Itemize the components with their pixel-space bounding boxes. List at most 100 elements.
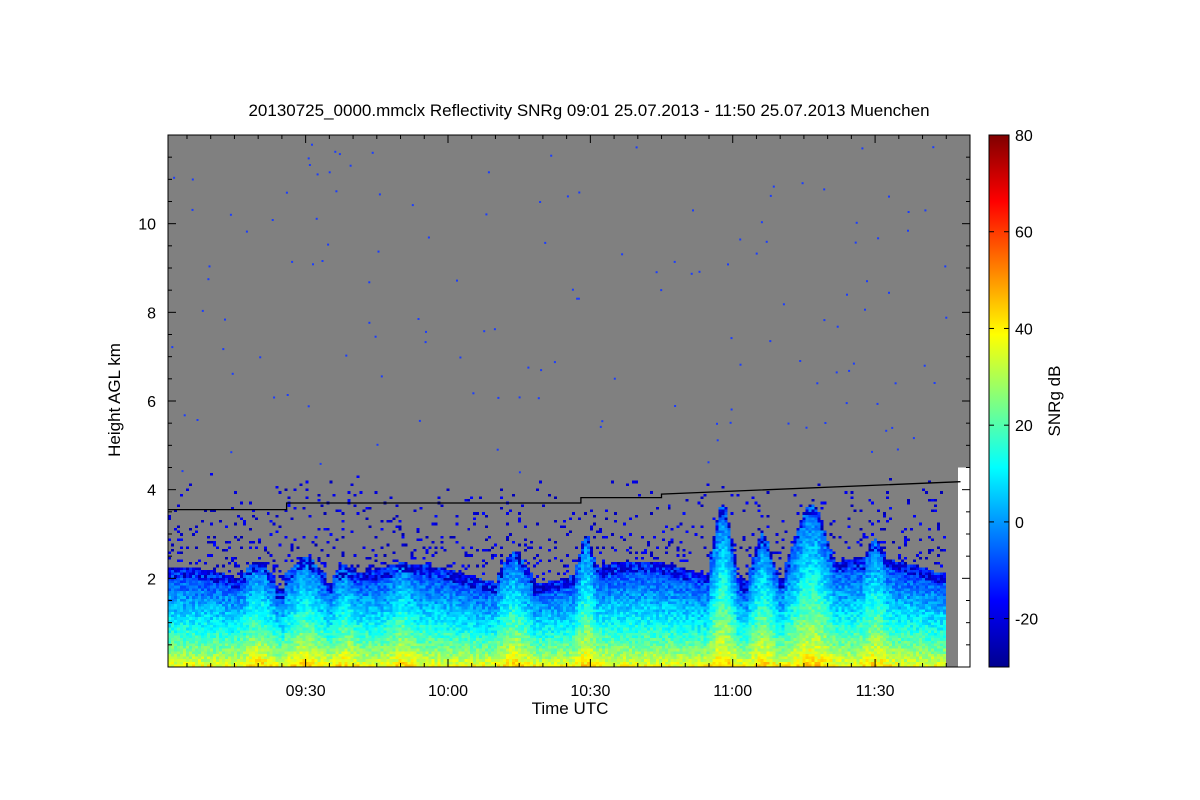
noise-dot [923,364,926,367]
noise-dot [271,219,274,221]
noise-dot [245,230,248,233]
noise-dot [727,263,729,266]
noise-dot [335,190,338,193]
noise-dot [576,297,579,300]
noise-dot [544,241,547,244]
noise-dot [945,316,948,319]
x-tick-label: 09:30 [286,683,326,700]
noise-dot [730,337,733,340]
noise-dot [173,176,176,179]
noise-dot [729,421,732,424]
y-tick-label: 6 [147,394,156,411]
y-tick-label: 2 [147,571,156,588]
noise-dot [765,240,768,243]
noise-dot [371,151,374,154]
noise-dot [864,308,866,311]
noise-dot [924,209,927,212]
noise-dot [222,348,225,351]
noise-dot [885,429,888,432]
noise-dot [321,260,324,262]
radar-chart: 20130725_0000.mmclx Reflectivity SNRg 09… [105,101,1064,718]
y-tick-label: 8 [147,305,156,322]
noise-dot [907,211,910,213]
noise-dot [487,171,490,174]
x-tick-label: 11:00 [713,683,752,700]
noise-dot [183,414,186,417]
colorbar: -20 0 20 40 60 80 SNRg dB [988,128,1064,668]
noise-dot [673,260,676,263]
noise-dot [425,330,427,333]
noise-dot [613,377,616,380]
noise-dot [848,369,851,372]
noise-dot [755,252,758,255]
noise-dot [932,146,935,149]
x-tick-label: 11:30 [856,683,895,700]
noise-dot [716,422,718,425]
noise-dot [334,150,337,153]
noise-dot [782,303,785,306]
noise-dot [707,461,710,464]
noise-dot [877,237,880,240]
noise-dot [888,291,890,294]
noise-dot [230,451,233,454]
noise-dot [553,361,556,364]
noise-dot [328,171,331,174]
colorbar-tick-label: -20 [1015,612,1038,629]
noise-dot [285,191,288,194]
noise-dot [493,328,496,331]
noise-dot [459,356,462,359]
noise-dot [571,288,574,291]
colorbar-tick-label: 0 [1015,515,1024,532]
noise-dot [201,309,204,312]
noise-dot [876,402,879,405]
colorbar-label: SNRg dB [1045,366,1064,437]
x-axis-label: Time UTC [532,699,609,718]
noise-dot [411,204,414,207]
noise-dot [769,194,772,197]
noise-dot [805,426,808,429]
noise-dot [835,371,838,374]
x-tick-label: 10:00 [428,683,468,700]
noise-dot [231,372,234,375]
noise-dot [424,341,427,344]
noise-dot [518,396,521,399]
noise-dot [307,157,310,160]
noise-dot [472,392,475,395]
x-tick-label: 10:30 [570,683,610,700]
chart-title: 20130725_0000.mmclx Reflectivity SNRg 09… [248,101,929,120]
noise-dot [229,213,232,216]
noise-dot [896,448,899,451]
noise-dot [374,335,377,338]
noise-dot [601,420,604,423]
noise-dot [539,201,542,203]
noise-dot [286,394,289,396]
noise-dot [861,147,864,150]
noise-dot [497,396,500,399]
noise-dot [518,471,521,474]
noise-dot [417,318,420,320]
colorbar-tick-label: 60 [1015,225,1033,242]
noise-dot [933,382,936,384]
noise-dot [483,330,486,333]
noise-dot [852,362,855,365]
noise-dot [259,356,262,359]
noise-dot [824,422,827,424]
noise-dot [739,363,742,366]
noise-dot [349,164,352,167]
noise-dot [871,450,873,453]
noise-dot [888,195,890,198]
noise-dot [855,221,858,224]
noise-dot [273,396,276,399]
noise-dot [566,195,569,198]
noise-dot [315,217,318,220]
noise-dot [307,405,310,408]
noise-dot [527,366,530,369]
noise-dot [845,402,848,405]
noise-dot [312,263,314,266]
noise-dot [891,426,894,429]
noise-dot [208,265,211,268]
noise-dot [540,369,543,372]
noise-dot [823,188,826,191]
noise-dot [674,405,677,407]
noise-dot [801,182,804,185]
